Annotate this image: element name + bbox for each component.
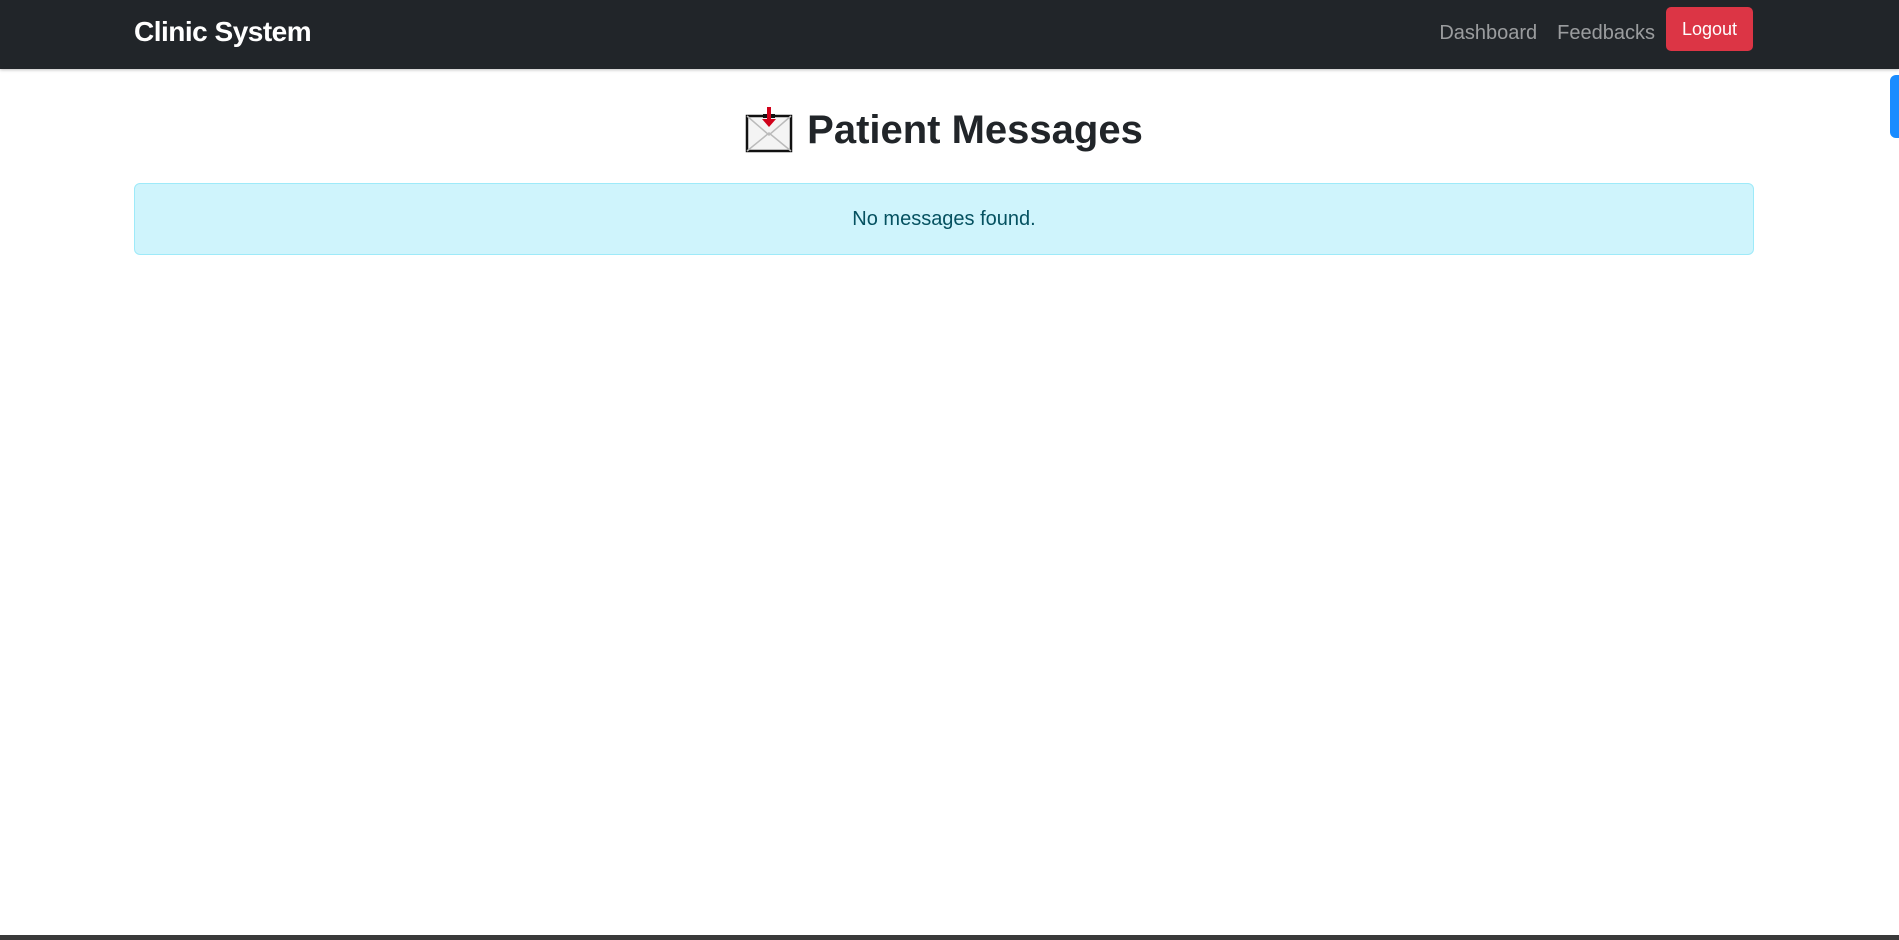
page-title: Patient Messages (807, 107, 1143, 152)
brand-link[interactable]: Clinic System (134, 16, 312, 48)
logout-button[interactable]: Logout (1666, 7, 1753, 51)
nav-links: Dashboard Feedbacks Logout (1439, 7, 1753, 51)
page: Clinic System Dashboard Feedbacks Logout… (0, 0, 1899, 940)
empty-state-alert: No messages found. (134, 183, 1754, 255)
alert-message: No messages found. (852, 207, 1036, 230)
nav-link-dashboard[interactable]: Dashboard (1439, 22, 1537, 45)
page-header: Patient Messages (0, 106, 1888, 154)
inbox-tray-icon (745, 106, 793, 154)
top-navbar: Clinic System Dashboard Feedbacks Logout (0, 0, 1899, 69)
nav-link-feedbacks[interactable]: Feedbacks (1557, 22, 1655, 45)
side-panel-handle[interactable] (1890, 75, 1899, 138)
bottom-border (0, 935, 1899, 940)
